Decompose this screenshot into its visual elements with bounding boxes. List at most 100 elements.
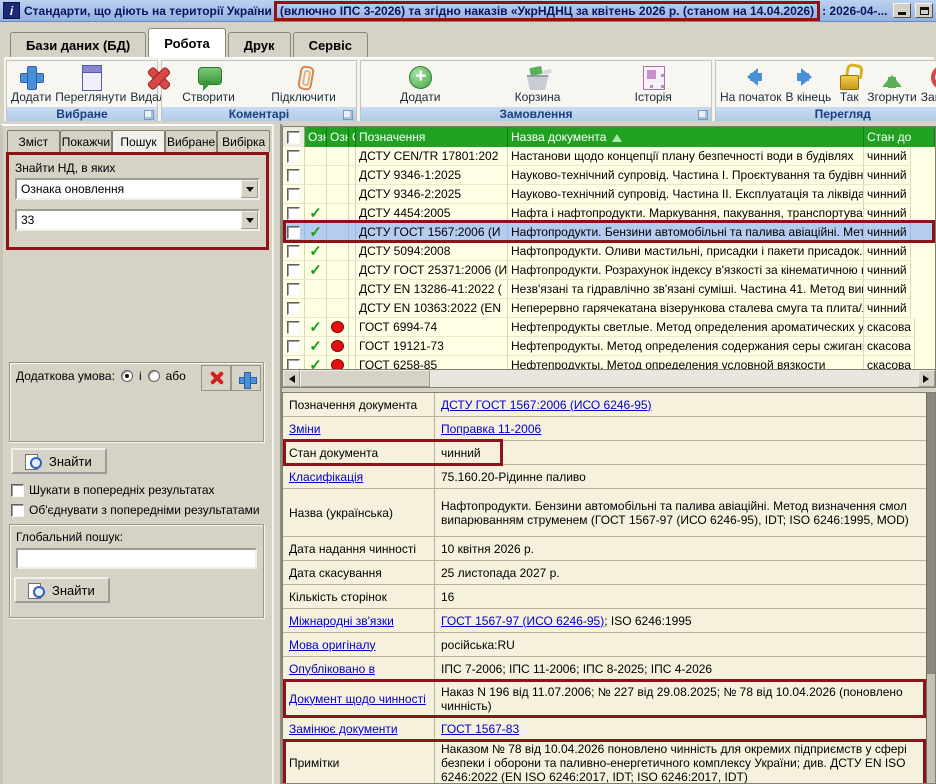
details-label-link[interactable]: Класифікація bbox=[289, 470, 363, 484]
ribbon-button-label: В кінець bbox=[786, 90, 832, 104]
merge-with-previous-label: Об'єднувати з попередніми результатами bbox=[29, 503, 260, 517]
details-value-link[interactable]: ГОСТ 1567-97 (ИСО 6246-95) bbox=[441, 614, 604, 628]
row-checkbox[interactable] bbox=[287, 188, 300, 201]
details-label-link[interactable]: Документ щодо чинності bbox=[289, 692, 426, 706]
details-value-link[interactable]: ДСТУ ГОСТ 1567:2006 (ИСО 6246-95) bbox=[441, 398, 652, 412]
details-label-link[interactable]: Міжнародні зв'язки bbox=[289, 614, 394, 628]
main-tab[interactable]: Робота bbox=[148, 28, 226, 57]
table-row[interactable]: ✓ ГОСТ 19121-73 Нефтепродукты. Метод опр… bbox=[283, 337, 935, 356]
minimize-button[interactable] bbox=[893, 3, 911, 18]
row-checkbox[interactable] bbox=[287, 150, 300, 163]
table-row[interactable]: ✓ ДСТУ 9346-2:2025 Науково-технічний суп… bbox=[283, 185, 935, 204]
main-tab[interactable]: Друк bbox=[228, 32, 291, 57]
table-row[interactable]: ✓ ДСТУ ГОСТ 1567:2006 (И Нафтопродукти. … bbox=[283, 223, 935, 242]
sort-ascending-icon bbox=[612, 129, 622, 142]
horizontal-scrollbar[interactable] bbox=[283, 369, 935, 387]
global-find-button[interactable]: Знайти bbox=[14, 577, 110, 603]
ribbon-button[interactable]: Закрити bbox=[919, 62, 936, 106]
cell-state: чинний bbox=[864, 166, 911, 185]
row-checkbox[interactable] bbox=[287, 207, 300, 220]
table-row[interactable]: ✓ ГОСТ 6994-74 Нефтепродукты светлые. Ме… bbox=[283, 318, 935, 337]
table-row[interactable]: ✓ ДСТУ 9346-1:2025 Науково-технічний суп… bbox=[283, 166, 935, 185]
radio-and[interactable] bbox=[121, 370, 133, 382]
global-search-input[interactable] bbox=[16, 548, 257, 569]
details-label-link[interactable]: Опубліковано в bbox=[289, 662, 375, 676]
row-checkbox[interactable] bbox=[287, 264, 300, 277]
table-row[interactable]: ✓ ДСТУ EN 10363:2022 (EN Неперервно гаря… bbox=[283, 299, 935, 318]
search-value-select[interactable]: 33 bbox=[15, 209, 260, 231]
table-row[interactable]: ✓ ДСТУ ГОСТ 25371:2006 (И Нафтопродукти.… bbox=[283, 261, 935, 280]
details-row: Примітки Наказом № 78 від 10.04.2026 пон… bbox=[283, 741, 926, 784]
sidebar-tab-strip: Зміст Покажчи Пошук Вибране Вибірка bbox=[7, 130, 270, 152]
main-tab[interactable]: Бази даних (БД) bbox=[10, 32, 146, 57]
dialog-launcher-icon[interactable] bbox=[343, 110, 353, 120]
details-label-link[interactable]: Замінює документи bbox=[289, 722, 398, 736]
sidebar-tab[interactable]: Пошук bbox=[112, 130, 165, 152]
dialog-launcher-icon[interactable] bbox=[698, 110, 708, 120]
details-label-link[interactable]: Мова оригіналу bbox=[289, 638, 375, 652]
condition-buttons bbox=[201, 365, 261, 391]
scroll-left-button[interactable] bbox=[283, 370, 300, 387]
row-mark2-cell bbox=[327, 223, 349, 242]
ribbon-button[interactable]: В кінець bbox=[784, 62, 834, 106]
header-state[interactable]: Стан до bbox=[864, 127, 935, 147]
ribbon-group-buttons: Створити Підключити bbox=[162, 61, 356, 107]
checkmark-icon: ✓ bbox=[309, 320, 322, 335]
search-in-previous-checkbox[interactable] bbox=[11, 484, 24, 497]
sidebar-tab[interactable]: Вибране bbox=[165, 130, 218, 152]
radio-or[interactable] bbox=[148, 370, 160, 382]
sidebar-tab[interactable]: Зміст bbox=[7, 130, 60, 152]
maximize-button[interactable] bbox=[915, 3, 933, 18]
select-all-checkbox[interactable] bbox=[287, 131, 300, 144]
search-document-icon bbox=[28, 583, 45, 598]
table-row[interactable]: ✓ ДСТУ CEN/TR 17801:202 Настанови щодо к… bbox=[283, 147, 935, 166]
header-mark1[interactable]: Озн bbox=[305, 127, 327, 147]
table-row[interactable]: ✓ ДСТУ 4454:2005 Нафта і нафтопродукти. … bbox=[283, 204, 935, 223]
main-tab[interactable]: Сервіс bbox=[293, 32, 368, 57]
search-field-select[interactable]: Ознака оновлення bbox=[15, 178, 260, 200]
remove-condition-button[interactable] bbox=[201, 365, 231, 391]
row-checkbox[interactable] bbox=[287, 245, 300, 258]
sidebar-tab[interactable]: Покажчи bbox=[60, 130, 113, 152]
ribbon-button[interactable]: Додати bbox=[9, 62, 53, 106]
ribbon-button[interactable]: Так bbox=[833, 62, 865, 106]
scroll-right-button[interactable] bbox=[918, 370, 935, 387]
dialog-launcher-icon[interactable] bbox=[144, 110, 154, 120]
cell-designation: ГОСТ 6994-74 bbox=[356, 318, 508, 337]
table-row[interactable]: ✓ ДСТУ 5094:2008 Нафтопродукти. Оливи ма… bbox=[283, 242, 935, 261]
row-checkbox[interactable] bbox=[287, 169, 300, 182]
ribbon-button[interactable]: Корзина bbox=[513, 62, 563, 106]
ribbon-button[interactable]: Створити bbox=[180, 62, 237, 106]
cell-name: Нафтопродукти. Оливи мастильні, присадки… bbox=[508, 242, 864, 261]
details-value-cell: Наказ N 196 від 11.07.2006; № 227 від 29… bbox=[435, 681, 926, 716]
header-mark2[interactable]: Озн bbox=[327, 127, 349, 147]
details-value-link[interactable]: Поправка 11-2006 bbox=[441, 422, 541, 436]
panel-splitter[interactable] bbox=[272, 124, 282, 784]
header-mark3[interactable]: О bbox=[349, 127, 356, 147]
row-checkbox[interactable] bbox=[287, 321, 300, 334]
ribbon-button[interactable]: Згорнути bbox=[865, 62, 919, 106]
table-row[interactable]: ✓ ДСТУ EN 13286-41:2022 ( Незв'язані та … bbox=[283, 280, 935, 299]
ribbon-button[interactable]: На початок bbox=[718, 62, 784, 106]
row-checkbox[interactable] bbox=[287, 302, 300, 315]
ribbon-button[interactable]: Переглянути bbox=[53, 62, 128, 106]
details-value-link[interactable]: ГОСТ 1567-83 bbox=[441, 722, 519, 736]
dropdown-button[interactable] bbox=[241, 211, 258, 229]
details-vertical-scrollbar[interactable] bbox=[926, 393, 935, 783]
add-condition-button[interactable] bbox=[231, 365, 261, 391]
ribbon-button[interactable]: Історія bbox=[633, 62, 674, 106]
row-checkbox[interactable] bbox=[287, 340, 300, 353]
details-label-link[interactable]: Зміни bbox=[289, 422, 321, 436]
row-mark2-cell bbox=[327, 242, 349, 261]
row-checkbox[interactable] bbox=[287, 283, 300, 296]
dropdown-button[interactable] bbox=[241, 180, 258, 198]
header-designation[interactable]: Позначення bbox=[356, 127, 508, 147]
sidebar-tab[interactable]: Вибірка bbox=[217, 130, 270, 152]
header-name[interactable]: Назва документа bbox=[508, 127, 864, 147]
scrollbar-thumb[interactable] bbox=[300, 370, 430, 387]
row-checkbox[interactable] bbox=[287, 226, 300, 239]
ribbon-button[interactable]: Додати bbox=[398, 62, 442, 106]
merge-with-previous-checkbox[interactable] bbox=[11, 504, 24, 517]
find-button[interactable]: Знайти bbox=[11, 448, 107, 474]
ribbon-button[interactable]: Підключити bbox=[269, 62, 338, 106]
